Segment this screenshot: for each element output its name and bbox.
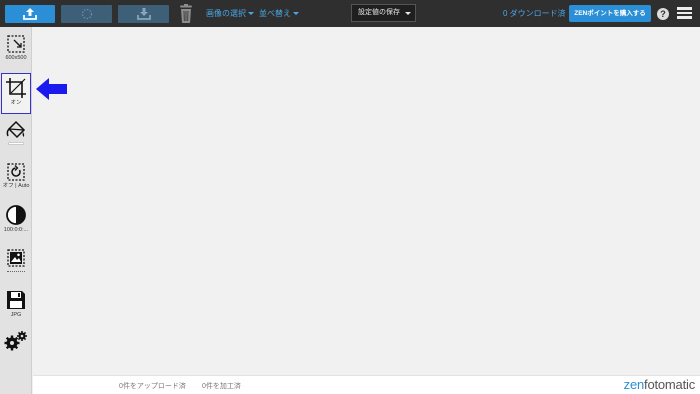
save-settings-label: 設定値の保存	[358, 9, 400, 16]
download-count-link[interactable]: 0 ダウンロード済	[503, 8, 566, 19]
top-toolbar: 画像の選択 並べ替え 設定値の保存 0 ダウンロード済 ZENポイントを購入する…	[0, 0, 700, 27]
image-icon	[7, 249, 25, 267]
chevron-down-icon	[405, 12, 411, 15]
status-footer: 0件をアップロード済 0件を加工済 zenfotomatic	[33, 375, 700, 394]
sort-menu[interactable]: 並べ替え	[259, 8, 299, 19]
save-format-label: JPG	[10, 312, 22, 318]
upload-button[interactable]	[5, 5, 55, 23]
upload-icon	[23, 8, 37, 20]
uploaded-count: 0件をアップロード済	[119, 383, 186, 390]
resize-icon	[7, 35, 25, 53]
chevron-down-icon	[293, 12, 299, 15]
resize-label: 600x500	[5, 55, 27, 61]
pointer-arrow-icon	[36, 78, 67, 100]
select-images-menu[interactable]: 画像の選択	[206, 8, 254, 19]
hamburger-icon[interactable]	[677, 7, 692, 19]
help-icon[interactable]: ?	[657, 8, 669, 20]
buy-points-button[interactable]: ZENポイントを購入する	[569, 5, 651, 22]
rotate-label: オフ | Auto	[2, 183, 30, 189]
sort-label: 並べ替え	[259, 9, 291, 18]
trash-icon[interactable]	[178, 4, 194, 24]
crop-label: オン	[10, 100, 22, 106]
select-images-label: 画像の選択	[206, 9, 246, 18]
adjust-label: 100:0:0:...	[3, 227, 29, 233]
tool-crop[interactable]: オン	[1, 73, 31, 114]
tool-background[interactable]	[1, 120, 31, 145]
tool-watermark[interactable]	[1, 248, 31, 272]
paint-bucket-icon	[6, 120, 26, 139]
save-settings-dropdown[interactable]: 設定値の保存	[351, 4, 416, 22]
crop-icon	[6, 78, 26, 98]
image-drop-area[interactable]	[33, 27, 700, 375]
gears-icon	[4, 331, 27, 351]
floppy-icon	[7, 291, 25, 309]
contrast-icon	[6, 205, 26, 225]
tool-adjust[interactable]: 100:0:0:...	[1, 204, 31, 234]
processed-count: 0件を加工済	[202, 383, 241, 390]
tool-save-format[interactable]: JPG	[1, 289, 31, 319]
tool-sidebar: 600x500 オン オフ | Auto 100:0:0:... JPG	[0, 27, 32, 394]
tool-resize[interactable]: 600x500	[1, 34, 31, 62]
download-button[interactable]	[118, 5, 169, 23]
background-color-swatch	[8, 142, 24, 145]
tool-settings[interactable]	[1, 330, 31, 352]
spinner-icon	[81, 8, 92, 20]
zenfotomatic-logo: zenfotomatic	[623, 377, 696, 392]
process-button[interactable]	[61, 5, 112, 23]
tool-rotate[interactable]: オフ | Auto	[1, 162, 31, 190]
watermark-divider	[7, 271, 25, 272]
chevron-down-icon	[248, 12, 254, 15]
download-icon	[136, 8, 151, 20]
rotate-icon	[7, 163, 25, 181]
